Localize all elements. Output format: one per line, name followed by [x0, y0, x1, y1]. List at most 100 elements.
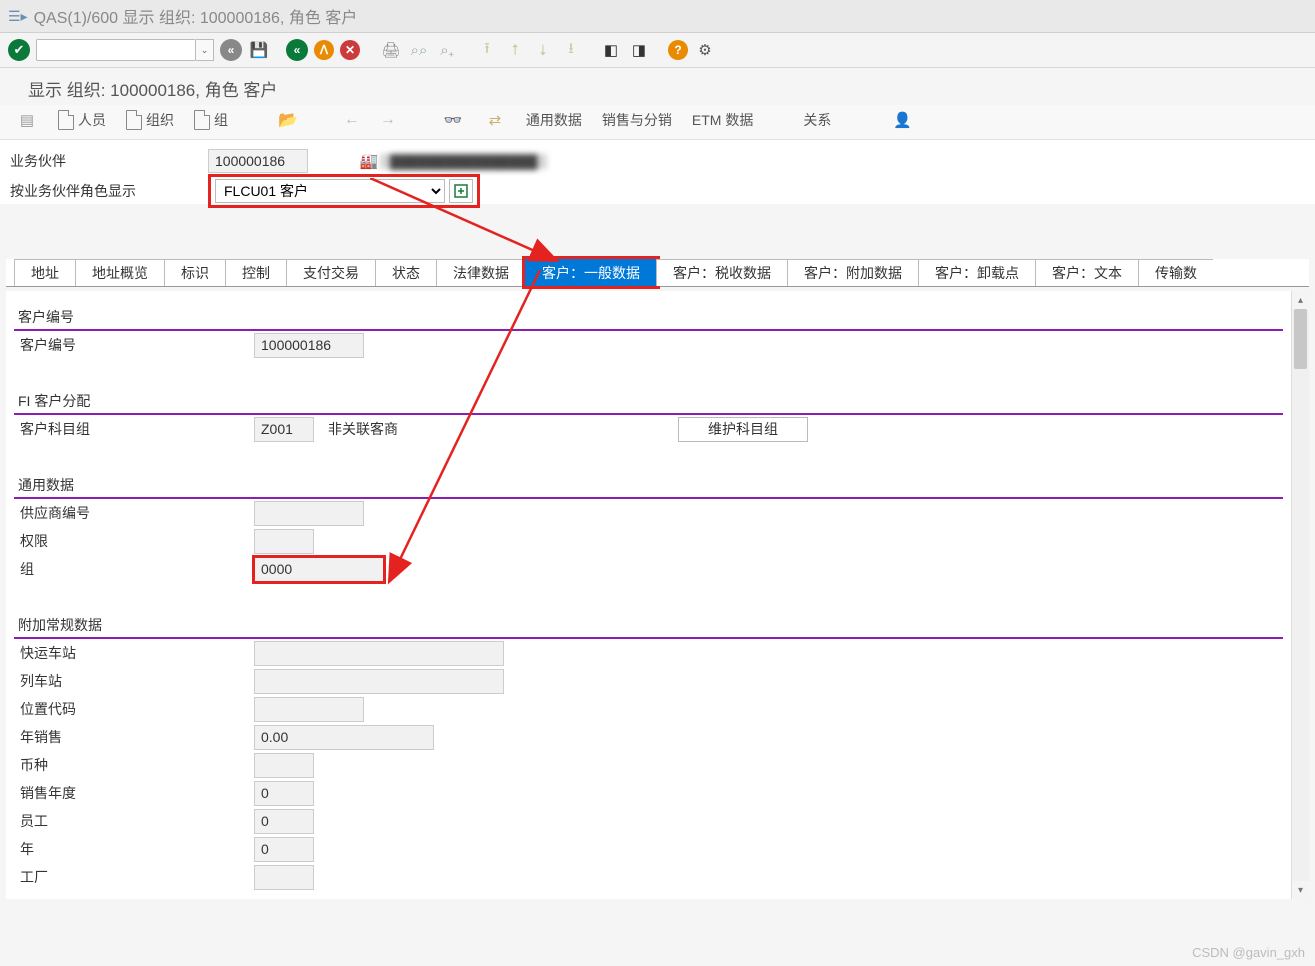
vertical-scrollbar[interactable]: ▴ ▾	[1291, 291, 1309, 899]
etm-button[interactable]: ETM 数据	[692, 110, 753, 130]
train-label: 列车站	[14, 671, 254, 691]
switch-icon[interactable]: ⇄	[484, 109, 506, 131]
group-header: 通用数据	[14, 473, 1283, 499]
plant-value	[254, 865, 314, 890]
find-icon[interactable]: ⌕⌕	[408, 39, 430, 61]
tab-legal[interactable]: 法律数据	[436, 259, 526, 286]
tab-identification[interactable]: 标识	[164, 259, 226, 286]
watermark: CSDN @gavin_gxh	[1192, 945, 1305, 960]
tab-customer-additional[interactable]: 客户：附加数据	[787, 259, 919, 286]
last-page-icon[interactable]: ⭳	[560, 39, 582, 61]
group-fi-assignment: FI 客户分配 客户科目组 Z001 非关联客商 维护科目组	[14, 389, 1283, 443]
group-button[interactable]: 组	[194, 110, 228, 130]
supplier-no-value	[254, 501, 364, 526]
prev-page-icon[interactable]: ⭡	[504, 39, 526, 61]
nav-cancel-icon[interactable]: ✕	[340, 40, 360, 60]
help-icon[interactable]: ?	[668, 40, 688, 60]
save-icon[interactable]: 💾	[248, 39, 270, 61]
employee-value: 0	[254, 809, 314, 834]
scroll-up-icon[interactable]: ▴	[1292, 291, 1309, 309]
employee-label: 员工	[14, 811, 254, 831]
location-label: 位置代码	[14, 699, 254, 719]
group-header: 客户编号	[14, 305, 1283, 331]
person-button[interactable]: 人员	[58, 110, 106, 130]
next-page-icon[interactable]: ⭣	[532, 39, 554, 61]
document-icon	[58, 110, 74, 130]
auth-label: 权限	[14, 531, 254, 551]
scroll-thumb[interactable]	[1294, 309, 1307, 369]
glasses-icon[interactable]: 👓	[442, 109, 464, 131]
group-customer-number: 客户编号 客户编号 100000186	[14, 305, 1283, 359]
first-page-icon[interactable]: ⭱	[476, 39, 498, 61]
window-title: QAS(1)/600 显示 组织: 100000186, 角色 客户	[34, 4, 358, 28]
location-value	[254, 697, 364, 722]
document-icon	[194, 110, 210, 130]
acct-group-label: 客户科目组	[14, 419, 254, 439]
currency-label: 币种	[14, 755, 254, 775]
role-switch-button[interactable]	[449, 179, 473, 203]
maintain-acct-group-button[interactable]: 维护科目组	[678, 417, 808, 442]
tab-customer-general[interactable]: 客户：一般数据	[525, 259, 657, 286]
tab-payment[interactable]: 支付交易	[286, 259, 376, 286]
command-dropdown[interactable]: ⌄	[196, 39, 214, 61]
role-select[interactable]: FLCU01 客户	[215, 179, 445, 203]
group-general-data: 通用数据 供应商编号 权限 组 0000	[14, 473, 1283, 583]
group-field-label: 组	[14, 559, 254, 579]
expand-icon	[454, 184, 468, 198]
group-field-value: 0000	[254, 557, 384, 582]
currency-value	[254, 753, 314, 778]
nav-back-icon[interactable]: «	[286, 39, 308, 61]
nav-exit-icon[interactable]: ꓥ	[314, 40, 334, 60]
command-field[interactable]	[36, 39, 196, 61]
sales-year-label: 销售年度	[14, 783, 254, 803]
tab-status[interactable]: 状态	[375, 259, 437, 286]
scroll-track[interactable]	[1292, 309, 1309, 881]
open-folder-icon[interactable]: 📂	[278, 110, 298, 130]
bp-name-blurred: ████████████████	[380, 154, 547, 169]
customize-icon[interactable]: ⚙	[694, 39, 716, 61]
tabstrip: 地址 地址概览 标识 控制 支付交易 状态 法律数据 客户：一般数据 客户：税收…	[6, 259, 1309, 287]
tabstrip-wrap: 地址 地址概览 标识 控制 支付交易 状态 法律数据 客户：一般数据 客户：税收…	[0, 259, 1315, 287]
bp-label: 业务伙伴	[8, 151, 208, 171]
tab-control[interactable]: 控制	[225, 259, 287, 286]
relationships-button[interactable]: 关系	[803, 110, 831, 130]
cust-no-value: 100000186	[254, 333, 364, 358]
user-overview-icon[interactable]: 👤	[891, 109, 913, 131]
shortcut-icon[interactable]: ◨	[628, 39, 650, 61]
group-header: FI 客户分配	[14, 389, 1283, 415]
document-icon	[126, 110, 142, 130]
tab-transport[interactable]: 传输数	[1138, 259, 1213, 286]
bp-value: 100000186	[208, 149, 308, 173]
acct-group-text: 非关联客商	[328, 419, 398, 439]
express-label: 快运车站	[14, 643, 254, 663]
org-button[interactable]: 组织	[126, 110, 174, 130]
content-main: 客户编号 客户编号 100000186 FI 客户分配 客户科目组 Z001 非…	[6, 291, 1291, 899]
scroll-down-icon[interactable]: ▾	[1292, 881, 1309, 899]
back-double-icon[interactable]: «	[220, 39, 242, 61]
find-next-icon[interactable]: ⌕₊	[436, 39, 458, 61]
print-icon[interactable]: 🖨	[380, 39, 402, 61]
enter-button[interactable]: ✔	[8, 39, 30, 61]
tab-customer-unloading[interactable]: 客户：卸载点	[918, 259, 1036, 286]
tab-customer-text[interactable]: 客户：文本	[1035, 259, 1139, 286]
tab-address-overview[interactable]: 地址概览	[75, 259, 165, 286]
page-title: 显示 组织: 100000186, 角色 客户	[0, 68, 1315, 105]
cust-no-label: 客户编号	[14, 335, 254, 355]
group-header: 附加常规数据	[14, 613, 1283, 639]
annual-sales-value: 0.00	[254, 725, 434, 750]
content-area: 客户编号 客户编号 100000186 FI 客户分配 客户科目组 Z001 非…	[6, 291, 1309, 899]
layout-icon[interactable]: ▤	[16, 109, 38, 131]
tab-customer-tax[interactable]: 客户：税收数据	[656, 259, 788, 286]
express-value	[254, 641, 504, 666]
app-toolbar: ▤ 人员 组织 组 📂 ← → 👓 ⇄ 通用数据 销售与分销 ETM 数据 关系…	[0, 105, 1315, 140]
header-area: 业务伙伴 100000186 🏭 ████████████████ 按业务伙伴角…	[0, 140, 1315, 204]
tab-address[interactable]: 地址	[14, 259, 76, 286]
factory-icon: 🏭	[358, 150, 380, 172]
year-value: 0	[254, 837, 314, 862]
new-session-icon[interactable]: ◧	[600, 39, 622, 61]
sap-menu-icon[interactable]: ☰▸	[8, 8, 28, 25]
general-data-button[interactable]: 通用数据	[526, 110, 582, 130]
arrow-right-icon[interactable]: →	[380, 111, 396, 129]
arrow-left-icon[interactable]: ←	[344, 111, 360, 129]
sales-button[interactable]: 销售与分销	[602, 110, 672, 130]
